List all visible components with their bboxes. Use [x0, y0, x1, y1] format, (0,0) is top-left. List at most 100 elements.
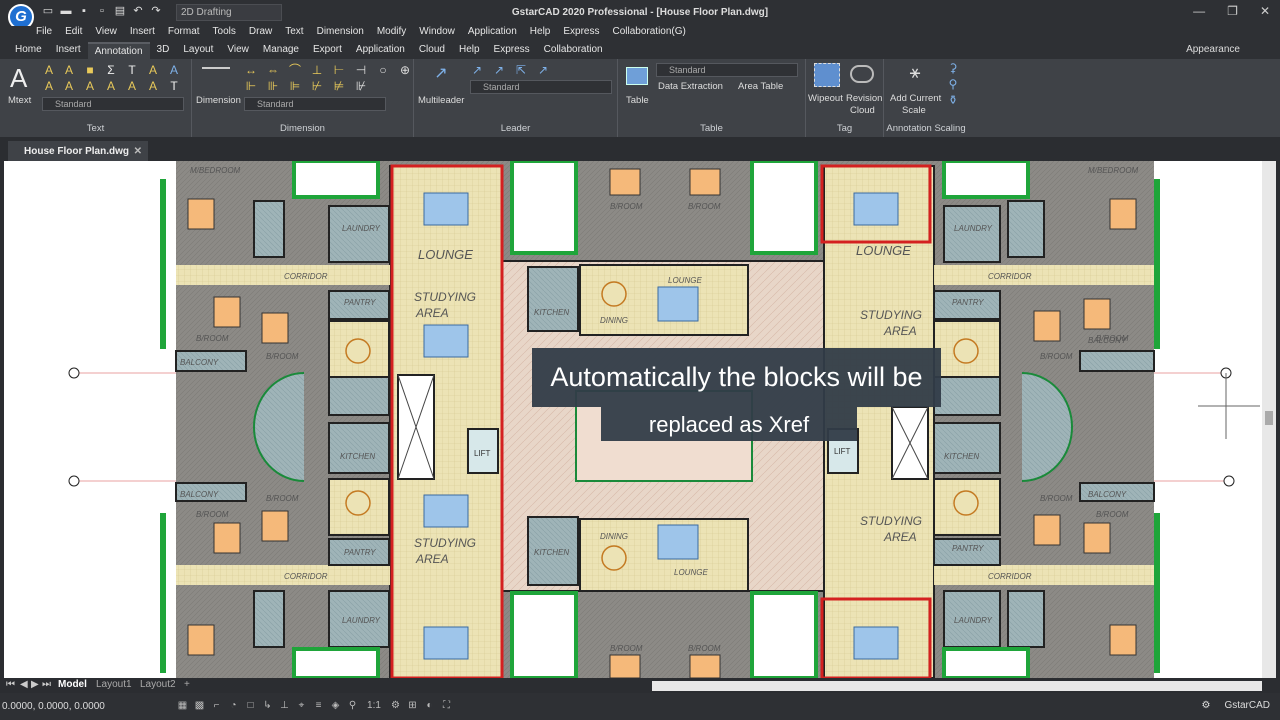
- text-arc-icon[interactable]: A: [42, 79, 56, 93]
- table-style-select[interactable]: Standard: [656, 63, 798, 77]
- last-layout-icon[interactable]: ⏭: [42, 679, 51, 690]
- wipeout-icon[interactable]: [814, 63, 840, 87]
- tab-help[interactable]: Help: [452, 42, 487, 59]
- tab-layout1[interactable]: Layout1: [96, 679, 132, 690]
- dim-ordinate-icon[interactable]: ⊥: [310, 63, 324, 77]
- scroll-thumb[interactable]: [1265, 411, 1273, 425]
- dim-radius-icon[interactable]: ⊢: [332, 63, 346, 77]
- table-icon[interactable]: [626, 67, 648, 85]
- tab-collaboration[interactable]: Collaboration: [537, 42, 610, 59]
- polar-icon[interactable]: ◔: [227, 699, 240, 712]
- annotation-scale-icon[interactable]: ⚲: [346, 699, 359, 712]
- close-tab-icon[interactable]: ✕: [134, 146, 142, 157]
- area-table-button[interactable]: Area Table: [738, 81, 783, 92]
- menu-item-insert[interactable]: Insert: [130, 26, 155, 42]
- ducs-icon[interactable]: ⊥: [278, 699, 291, 712]
- multileader-icon[interactable]: ↗: [434, 66, 448, 82]
- text-explode-icon[interactable]: A: [83, 79, 97, 93]
- dim-continue-icon[interactable]: ⊪: [266, 79, 280, 93]
- tab-manage[interactable]: Manage: [256, 42, 306, 59]
- selection-icon[interactable]: ◈: [329, 699, 342, 712]
- settings-icon[interactable]: ⚙: [1201, 700, 1210, 711]
- menu-item-collaboration-g-[interactable]: Collaboration(G): [613, 26, 686, 42]
- menu-item-file[interactable]: File: [36, 26, 52, 42]
- tab-layout2[interactable]: Layout2: [140, 679, 176, 690]
- vertical-scrollbar[interactable]: [1262, 161, 1276, 678]
- close-icon[interactable]: ✕: [1260, 4, 1270, 18]
- dim-aligned-icon[interactable]: ⇔: [266, 63, 280, 77]
- find-text-icon[interactable]: A: [167, 63, 181, 77]
- scale-remove-icon[interactable]: ⚱: [946, 93, 960, 107]
- document-tab[interactable]: House Floor Plan.dwg ✕: [8, 141, 148, 161]
- tab-cloud[interactable]: Cloud: [412, 42, 452, 59]
- add-layout-icon[interactable]: +: [184, 679, 190, 690]
- otrack-icon[interactable]: ↳: [261, 699, 274, 712]
- text-case-icon[interactable]: A: [104, 79, 118, 93]
- dim-arc-icon[interactable]: ⌒: [288, 63, 302, 77]
- dim-linear-icon[interactable]: ↔: [244, 63, 258, 77]
- menu-item-view[interactable]: View: [95, 26, 117, 42]
- remove-leader-icon[interactable]: ↗: [492, 63, 506, 77]
- fullscreen-icon[interactable]: ⛶: [440, 699, 453, 712]
- text-scale-icon[interactable]: A: [62, 63, 76, 77]
- menu-item-dimension[interactable]: Dimension: [317, 26, 364, 42]
- osnap-icon[interactable]: □: [244, 699, 257, 712]
- text-mask-icon[interactable]: A: [62, 79, 76, 93]
- tab-annotation[interactable]: Annotation: [87, 42, 150, 59]
- isolate-icon[interactable]: ◐: [423, 699, 436, 712]
- tab-application[interactable]: Application: [349, 42, 412, 59]
- collect-leader-icon[interactable]: ↗: [536, 63, 550, 77]
- tab-insert[interactable]: Insert: [49, 42, 88, 59]
- appearance-menu[interactable]: Appearance: [1186, 44, 1240, 55]
- menu-item-application[interactable]: Application: [468, 26, 517, 42]
- menu-item-format[interactable]: Format: [168, 26, 200, 42]
- align-leader-icon[interactable]: ⇱: [514, 63, 528, 77]
- tab-model[interactable]: Model: [58, 679, 87, 690]
- lwt-icon[interactable]: ≡: [312, 699, 325, 712]
- mtext-icon[interactable]: A: [10, 63, 27, 94]
- dimension-style-select[interactable]: Standard: [244, 97, 386, 111]
- menu-item-edit[interactable]: Edit: [65, 26, 82, 42]
- tab-home[interactable]: Home: [8, 42, 49, 59]
- text-style-icon[interactable]: A: [42, 63, 56, 77]
- tab-export[interactable]: Export: [306, 42, 349, 59]
- menu-item-help[interactable]: Help: [530, 26, 551, 42]
- grid-icon[interactable]: ▦: [176, 699, 189, 712]
- dim-baseline-icon[interactable]: ⊩: [244, 79, 258, 93]
- menu-item-tools[interactable]: Tools: [213, 26, 236, 42]
- text-style-select[interactable]: Standard: [42, 97, 184, 111]
- tab-3d[interactable]: 3D: [150, 42, 177, 59]
- scale-value[interactable]: 1:1: [363, 699, 385, 712]
- sum-icon[interactable]: Σ: [104, 63, 118, 77]
- dyn-icon[interactable]: ⌖: [295, 699, 308, 712]
- menu-item-draw[interactable]: Draw: [249, 26, 272, 42]
- dim-center-icon[interactable]: ○: [376, 63, 390, 77]
- tab-view[interactable]: View: [220, 42, 256, 59]
- text-tool-icon[interactable]: T: [167, 79, 181, 93]
- restore-icon[interactable]: ❐: [1227, 4, 1238, 18]
- revision-cloud-icon[interactable]: [850, 65, 874, 83]
- dimension-icon[interactable]: [202, 67, 230, 87]
- dim-tolerance-icon[interactable]: ⊕: [398, 63, 412, 77]
- menu-item-window[interactable]: Window: [419, 26, 455, 42]
- dim-diameter-icon[interactable]: ⊣: [354, 63, 368, 77]
- text-align-icon[interactable]: T: [125, 63, 139, 77]
- text-frame-icon[interactable]: A: [146, 79, 160, 93]
- add-scale-icon[interactable]: ⚹: [908, 63, 922, 81]
- tab-express[interactable]: Express: [487, 42, 537, 59]
- add-leader-icon[interactable]: ↗: [470, 63, 484, 77]
- workspace-icon[interactable]: ⚙: [389, 699, 402, 712]
- menu-item-express[interactable]: Express: [563, 26, 599, 42]
- ortho-icon[interactable]: ⌐: [210, 699, 223, 712]
- horizontal-scrollbar[interactable]: [652, 681, 1262, 691]
- first-layout-icon[interactable]: ⏮: [6, 679, 15, 690]
- minimize-icon[interactable]: —: [1193, 4, 1205, 18]
- snap-icon[interactable]: ▩: [193, 699, 206, 712]
- lock-icon[interactable]: ⊞: [406, 699, 419, 712]
- dim-break-icon[interactable]: ⊬: [310, 79, 324, 93]
- scale-list-icon[interactable]: ⚳: [946, 61, 960, 75]
- menu-item-modify[interactable]: Modify: [377, 26, 406, 42]
- scale-sync-icon[interactable]: ⚲: [946, 77, 960, 91]
- text-field-icon[interactable]: ■: [83, 63, 97, 77]
- dim-update-icon[interactable]: ⊮: [354, 79, 368, 93]
